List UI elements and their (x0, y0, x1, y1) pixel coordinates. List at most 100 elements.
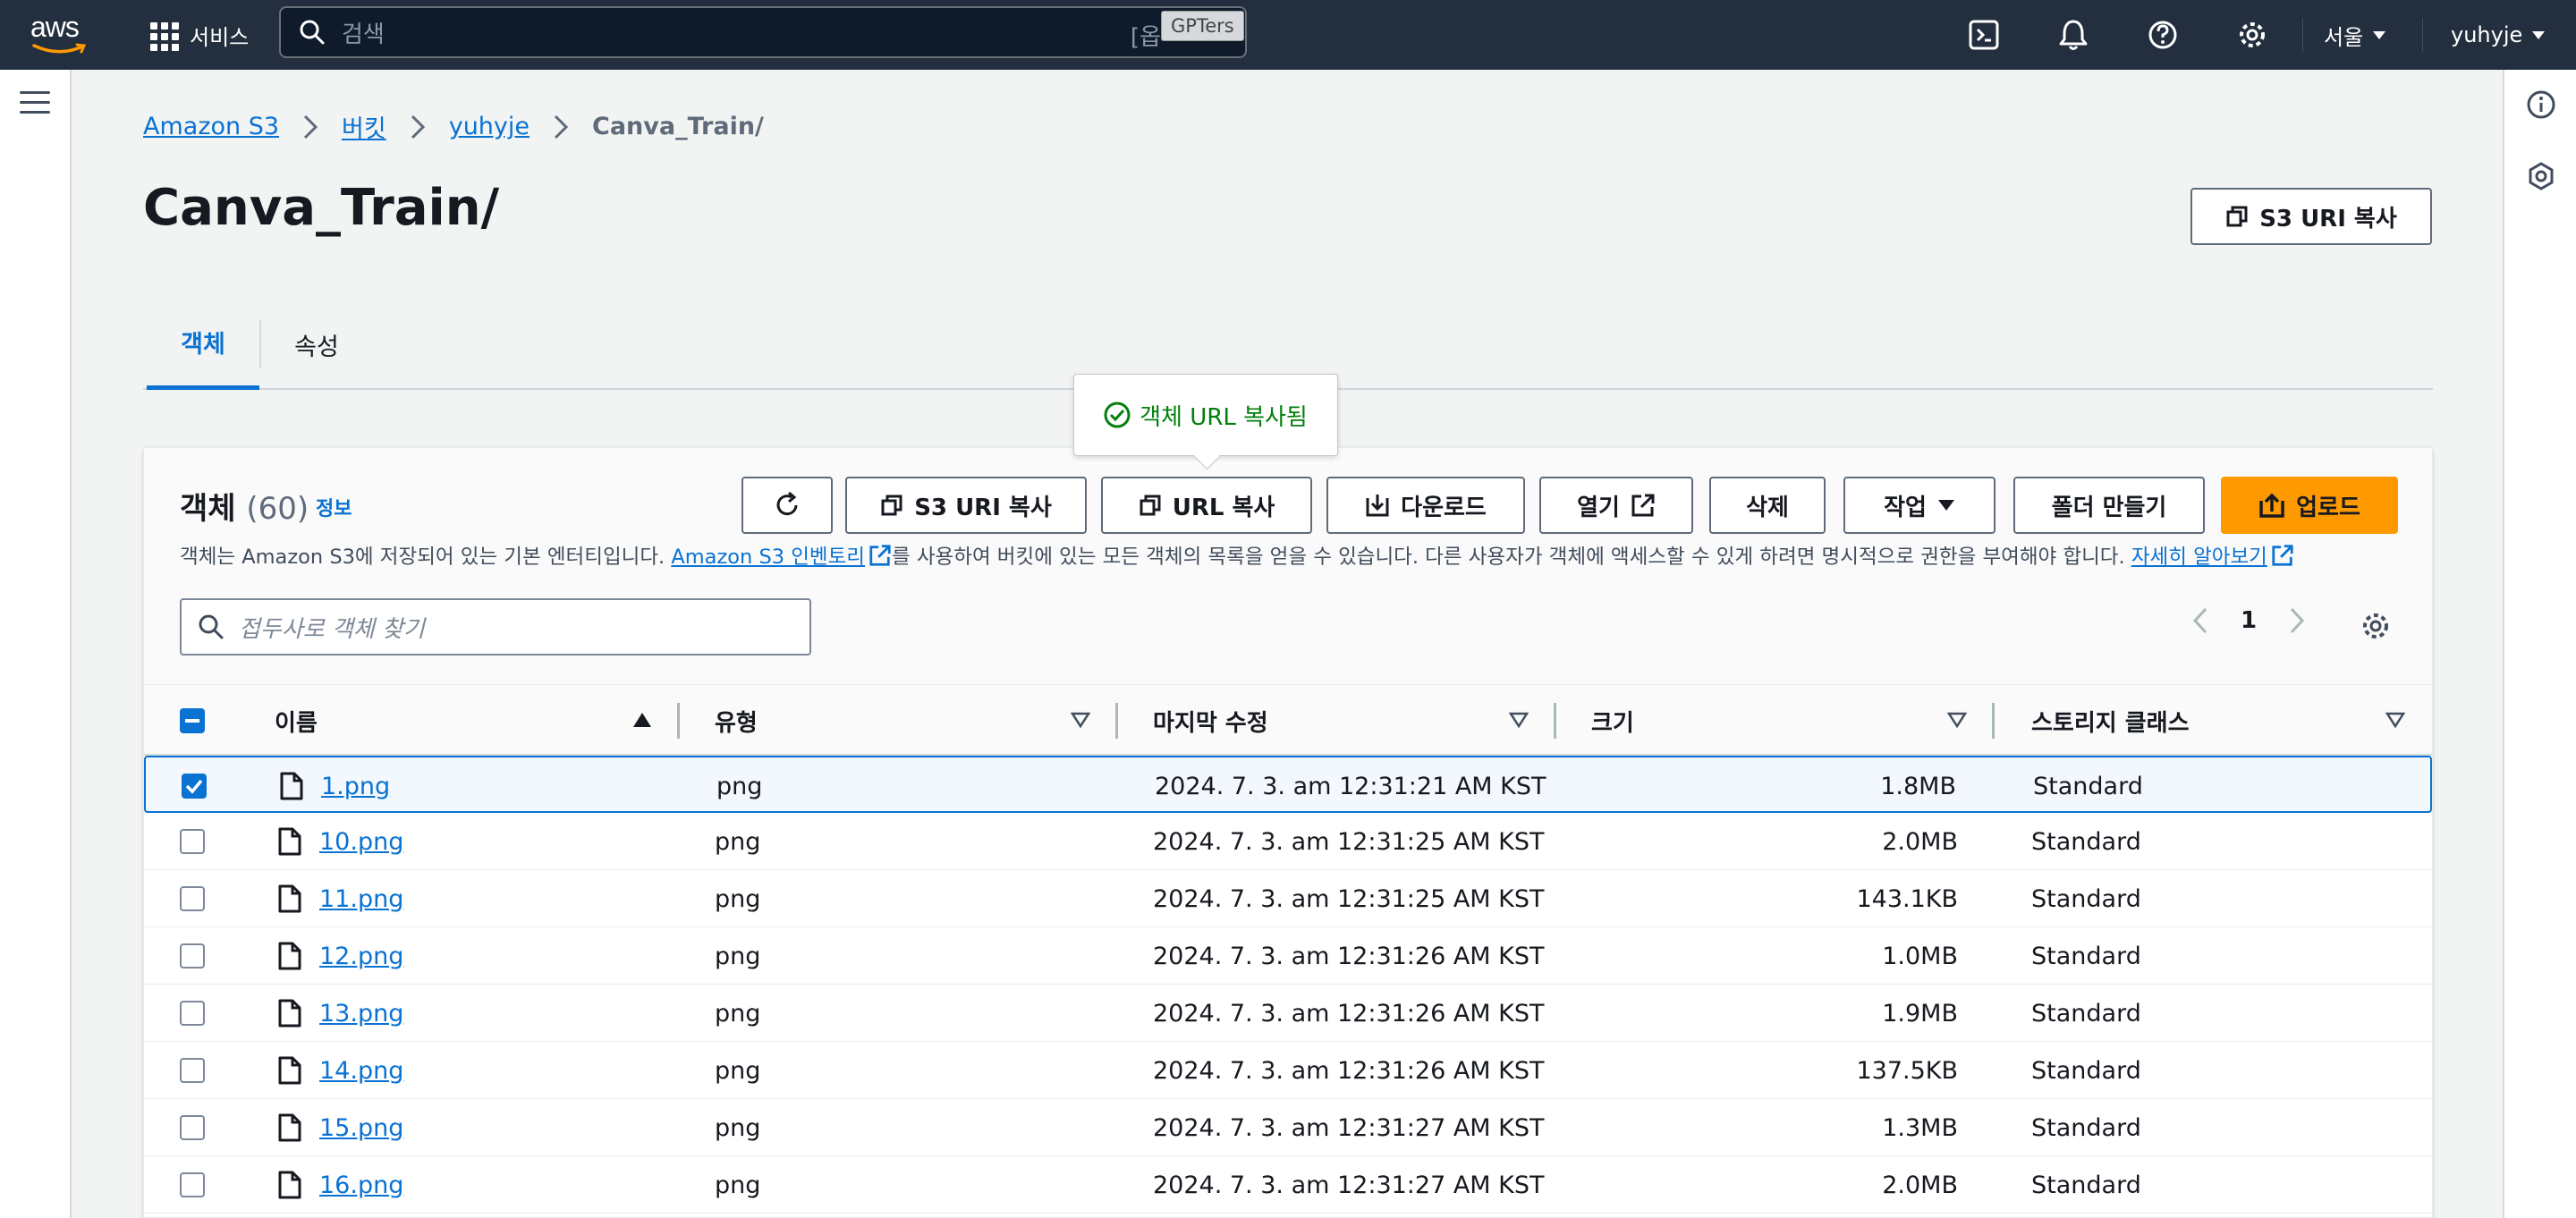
success-check-icon (1104, 402, 1131, 428)
pagination: 1 (2192, 607, 2305, 634)
table-row[interactable]: 1.png png 2024. 7. 3. am 12:31:21 AM KST 1.… (144, 756, 2432, 813)
object-filter-input[interactable]: 접두사로 객체 찾기 (180, 598, 811, 656)
file-storage-class: Standard (2031, 884, 2141, 913)
tab-properties[interactable]: 속성 (259, 320, 372, 368)
global-search-input[interactable]: 검색 [옵 (279, 6, 1247, 58)
download-icon (1366, 495, 1389, 517)
table-settings-icon[interactable] (2360, 611, 2391, 641)
file-storage-class: Standard (2031, 1171, 2141, 1199)
column-divider (1992, 703, 1995, 739)
file-type: png (715, 1056, 761, 1085)
sort-icon[interactable] (1071, 712, 1090, 728)
create-folder-button[interactable]: 폴더 만들기 (2013, 477, 2205, 534)
caret-down-icon (1937, 500, 1954, 511)
copy-s3-uri-button[interactable]: S3 URI 복사 (2190, 188, 2432, 245)
chevron-left-icon[interactable] (2192, 607, 2208, 634)
file-name-link[interactable]: 10.png (319, 813, 403, 870)
sort-ascending-icon[interactable] (632, 712, 652, 728)
sort-icon[interactable] (1947, 712, 1967, 728)
file-icon (276, 999, 303, 1034)
actions-dropdown[interactable]: 작업 (1843, 477, 1996, 534)
file-name-link[interactable]: 11.png (319, 870, 403, 927)
chevron-right-icon[interactable] (2289, 607, 2305, 634)
inventory-link[interactable]: Amazon S3 인벤토리 (671, 546, 865, 569)
file-storage-class: Standard (2033, 772, 2143, 800)
download-button[interactable]: 다운로드 (1326, 477, 1525, 534)
sort-icon[interactable] (2385, 712, 2405, 728)
row-checkbox[interactable] (180, 943, 205, 968)
open-button[interactable]: 열기 (1539, 477, 1693, 534)
table-row[interactable]: 13.png png 2024. 7. 3. am 12:31:26 AM KST 1… (144, 985, 2432, 1042)
row-checkbox[interactable] (180, 1172, 205, 1197)
row-checkbox[interactable] (180, 829, 205, 854)
overlay-badge: GPTers (1161, 11, 1244, 41)
panel-description: 객체는 Amazon S3에 저장되어 있는 기본 엔터티입니다. Amazon… (180, 541, 2294, 570)
table-row[interactable]: 11.png png 2024. 7. 3. am 12:31:25 AM KST 1… (144, 870, 2432, 927)
column-storage-class[interactable]: 스토리지 클래스 (2031, 685, 2190, 757)
table-row[interactable]: 14.png png 2024. 7. 3. am 12:31:26 AM KST 1… (144, 1042, 2432, 1099)
cloudshell-icon[interactable] (1968, 16, 2000, 54)
breadcrumb-buckets[interactable]: 버킷 (342, 109, 386, 144)
chevron-right-icon (554, 114, 569, 139)
breadcrumb-amazon-s3[interactable]: Amazon S3 (143, 113, 279, 140)
file-name-link[interactable]: 1.png (321, 757, 390, 815)
row-checkbox[interactable] (182, 774, 207, 799)
copied-tooltip: 객체 URL 복사됨 (1073, 374, 1338, 456)
refresh-button[interactable] (741, 477, 833, 534)
file-name-link[interactable]: 15.png (319, 1099, 403, 1156)
learn-more-link[interactable]: 자세히 알아보기 (2131, 546, 2267, 569)
search-shortcut: [옵 (1130, 24, 1161, 51)
notifications-bell-icon[interactable] (2057, 16, 2089, 54)
file-type: png (715, 1171, 761, 1199)
table-row[interactable]: 16.png png 2024. 7. 3. am 12:31:27 AM KST 2… (144, 1156, 2432, 1214)
column-size[interactable]: 크기 (1591, 685, 1634, 757)
aws-logo[interactable]: aws (30, 13, 89, 55)
table-row[interactable]: 10.png png 2024. 7. 3. am 12:31:25 AM KST 2… (144, 813, 2432, 870)
file-name-link[interactable]: 16.png (319, 1156, 403, 1214)
file-type: png (715, 999, 761, 1028)
user-menu[interactable]: yuhyje (2451, 16, 2546, 54)
row-checkbox[interactable] (180, 1115, 205, 1140)
file-size: 1.8MB (1880, 772, 1956, 800)
menu-toggle-icon[interactable] (20, 91, 50, 121)
info-link[interactable]: 정보 (316, 493, 352, 521)
copy-icon (1140, 495, 1161, 516)
file-name-link[interactable]: 13.png (319, 985, 403, 1042)
table-row[interactable]: 12.png png 2024. 7. 3. am 12:31:26 AM KST 1… (144, 927, 2432, 985)
file-name-link[interactable]: 12.png (319, 927, 403, 985)
row-checkbox[interactable] (180, 1058, 205, 1083)
page-number[interactable]: 1 (2241, 607, 2257, 634)
info-icon[interactable] (2526, 89, 2556, 120)
settings-gear-icon[interactable] (2236, 16, 2268, 54)
region-selector[interactable]: 서울 (2324, 16, 2386, 54)
select-all-checkbox[interactable] (180, 708, 205, 733)
external-link-icon (1631, 494, 1655, 517)
tab-objects[interactable]: 객체 (147, 299, 259, 390)
breadcrumb-bucket[interactable]: yuhyje (449, 113, 530, 140)
search-icon (199, 614, 224, 639)
row-checkbox[interactable] (180, 886, 205, 911)
file-size: 137.5KB (1856, 1056, 1958, 1085)
services-menu[interactable]: 서비스 (148, 18, 249, 52)
column-divider (677, 703, 680, 739)
row-checkbox[interactable] (180, 1001, 205, 1026)
file-type: png (715, 827, 761, 856)
file-last-modified: 2024. 7. 3. am 12:31:26 AM KST (1153, 1056, 1545, 1085)
column-last-modified[interactable]: 마지막 수정 (1153, 685, 1268, 757)
region-label: 서울 (2324, 24, 2364, 50)
table-row[interactable]: 15.png png 2024. 7. 3. am 12:31:27 AM KST 1… (144, 1099, 2432, 1156)
file-name-link[interactable]: 14.png (319, 1042, 403, 1099)
delete-button[interactable]: 삭제 (1709, 477, 1826, 534)
file-type: png (715, 1113, 761, 1142)
column-type[interactable]: 유형 (715, 685, 758, 757)
column-name[interactable]: 이름 (275, 685, 318, 757)
upload-button[interactable]: 업로드 (2221, 477, 2398, 534)
sort-icon[interactable] (1509, 712, 1529, 728)
help-icon[interactable] (2147, 16, 2179, 54)
feedback-icon[interactable] (2526, 161, 2556, 191)
copy-s3-uri-toolbar-button[interactable]: S3 URI 복사 (845, 477, 1087, 534)
filter-placeholder: 접두사로 객체 찾기 (239, 615, 425, 643)
copy-url-button[interactable]: URL 복사 (1101, 477, 1312, 534)
file-size: 143.1KB (1856, 884, 1958, 913)
file-storage-class: Standard (2031, 999, 2141, 1028)
